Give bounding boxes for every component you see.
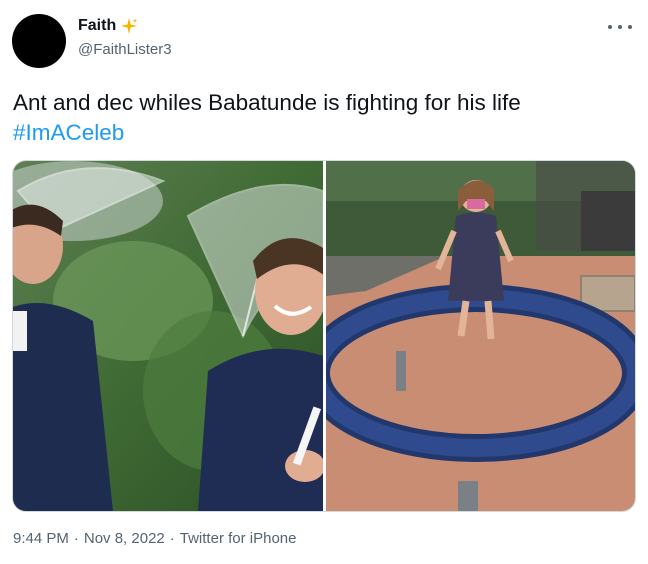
- tweet-time[interactable]: 9:44 PM: [13, 530, 69, 547]
- more-options-icon[interactable]: [608, 18, 632, 36]
- hashtag-link[interactable]: #ImACeleb: [13, 118, 633, 148]
- more-dot: [608, 25, 612, 29]
- tweet-text: Ant and dec whiles Babatunde is fighting…: [13, 88, 633, 148]
- meta-separator: ·: [169, 530, 175, 547]
- media-grid[interactable]: [12, 160, 636, 512]
- media-image-right[interactable]: [326, 161, 635, 511]
- presenters-photo: [13, 161, 323, 511]
- playground-photo: [326, 161, 635, 511]
- tweet-body: Ant and dec whiles Babatunde is fighting…: [13, 90, 521, 115]
- tweet-meta: 9:44 PM · Nov 8, 2022 · Twitter for iPho…: [13, 530, 296, 547]
- sparkles-icon: [120, 17, 138, 35]
- author-handle[interactable]: @FaithLister3: [78, 41, 172, 58]
- tweet-date[interactable]: Nov 8, 2022: [84, 530, 165, 547]
- more-dot: [618, 25, 622, 29]
- author-display-name[interactable]: Faith: [78, 17, 116, 35]
- tweet-source[interactable]: Twitter for iPhone: [180, 530, 297, 547]
- more-dot: [628, 25, 632, 29]
- meta-separator: ·: [73, 530, 79, 547]
- media-image-left[interactable]: [13, 161, 323, 511]
- avatar[interactable]: [12, 14, 66, 68]
- author-name-row[interactable]: Faith: [78, 17, 138, 35]
